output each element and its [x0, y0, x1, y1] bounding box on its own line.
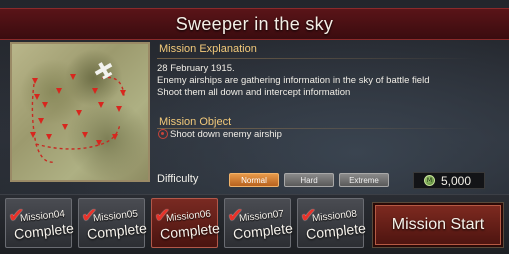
enemy-airship-marker — [76, 110, 82, 116]
enemy-airship-marker — [42, 102, 48, 108]
enemy-airship-marker — [56, 88, 62, 94]
title-bar: Sweeper in the sky — [0, 8, 509, 40]
mission-card-07[interactable]: ✔ Mission07 Complete — [224, 198, 294, 248]
mission-start-label: Mission Start — [391, 216, 485, 233]
explanation-text: 28 February 1915. Enemy airships are gat… — [157, 63, 429, 99]
explanation-line: 28 February 1915. — [157, 63, 235, 74]
object-text: Shoot down enemy airship — [170, 129, 282, 140]
explanation-line: Shoot them all down and intercept inform… — [157, 87, 351, 98]
difficulty-label: Difficulty — [157, 173, 199, 185]
enemy-airship-marker — [92, 88, 98, 94]
enemy-airship-marker — [34, 94, 40, 100]
difficulty-extreme-button[interactable]: Extreme — [339, 173, 389, 187]
enemy-airship-marker — [32, 78, 38, 84]
enemy-airship-marker — [38, 118, 44, 124]
enemy-airship-marker — [120, 90, 126, 96]
enemy-airship-marker — [70, 74, 76, 80]
explanation-line: Enemy airships are gathering information… — [157, 75, 430, 86]
enemy-airship-marker — [46, 134, 52, 140]
enemy-airship-marker — [82, 132, 88, 138]
object-heading: Mission Object — [159, 116, 232, 128]
divider — [157, 58, 477, 59]
cost-value: 5,000 — [441, 173, 472, 188]
map-overlay — [30, 62, 126, 163]
mission-card-05[interactable]: ✔ Mission05 Complete — [78, 198, 148, 248]
mission-title: Sweeper in the sky — [175, 13, 334, 34]
enemy-airship-marker — [116, 106, 122, 112]
explanation-heading: Mission Explanation — [159, 43, 257, 55]
difficulty-normal-button[interactable]: Normal — [229, 173, 279, 187]
mission-card-06[interactable]: ✔ Mission06 Complete — [151, 198, 221, 248]
enemy-airship-marker — [62, 124, 68, 130]
enemy-markers — [30, 74, 126, 146]
difficulty-hard-button[interactable]: Hard — [284, 173, 334, 187]
enemy-airship-marker — [30, 132, 36, 138]
player-plane-icon — [94, 62, 113, 80]
flight-path — [31, 83, 121, 163]
mission-card-08[interactable]: ✔ Mission08 Complete — [297, 198, 367, 248]
mission-map — [10, 42, 150, 182]
mission-cost: M 5,000 — [413, 172, 485, 189]
mission-card-04[interactable]: ✔ Mission04 Complete — [5, 198, 75, 248]
mission-start-button[interactable]: Mission Start — [373, 203, 503, 247]
coin-icon: M — [424, 175, 435, 186]
enemy-airship-marker — [98, 102, 104, 108]
flight-path-2 — [101, 76, 125, 97]
target-icon — [158, 129, 168, 139]
